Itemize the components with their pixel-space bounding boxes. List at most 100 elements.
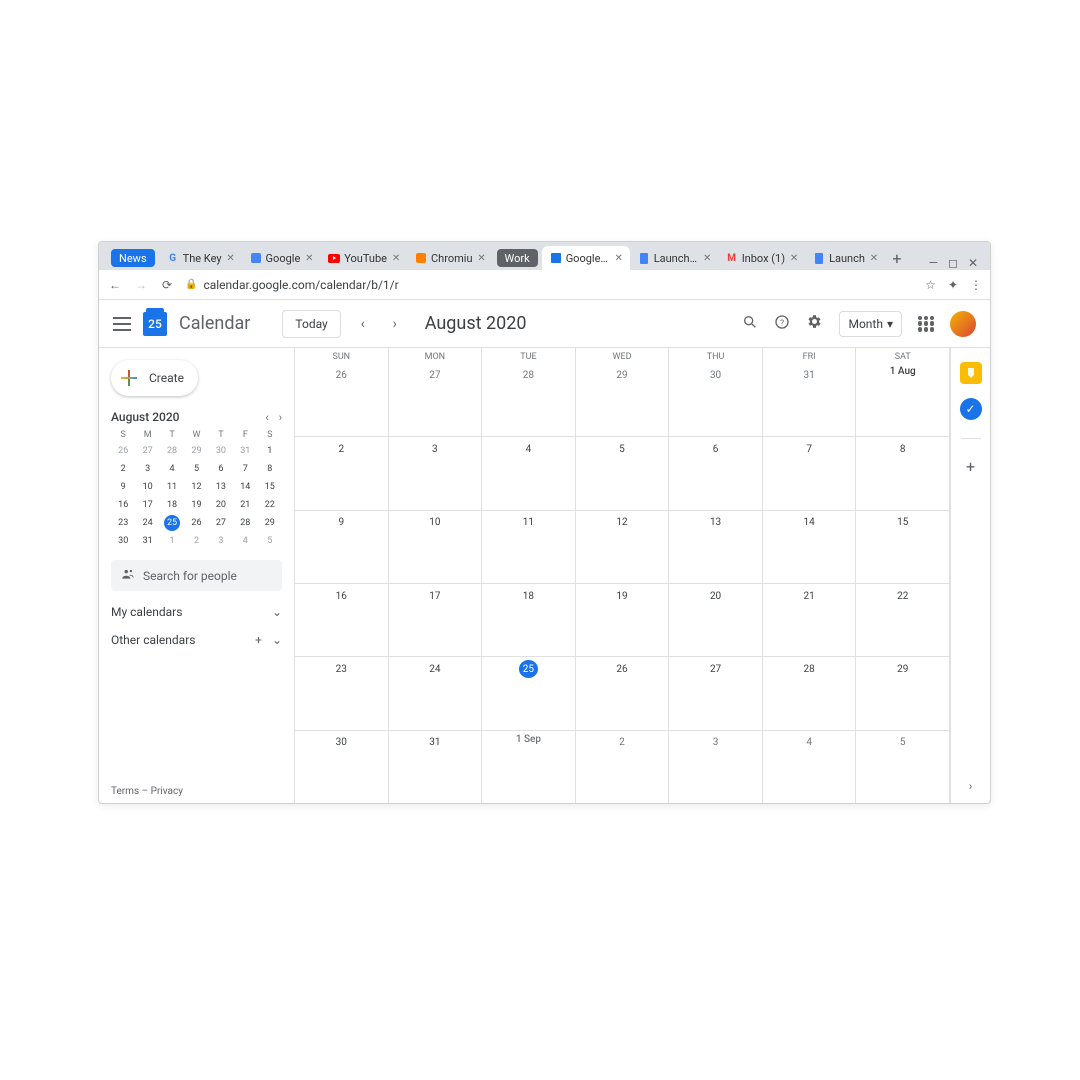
day-cell[interactable]: 16 xyxy=(295,584,389,656)
mini-day-cell[interactable]: 20 xyxy=(209,496,233,514)
tab-group-work[interactable]: Work xyxy=(497,249,538,267)
day-cell[interactable]: 6 xyxy=(669,437,763,509)
mini-day-cell[interactable]: 30 xyxy=(209,442,233,460)
create-button[interactable]: Create xyxy=(111,360,198,396)
day-cell[interactable]: 31 xyxy=(763,363,857,436)
mini-day-cell[interactable]: 1 xyxy=(258,442,282,460)
mini-day-cell[interactable]: 2 xyxy=(111,460,135,478)
keep-icon[interactable] xyxy=(960,362,982,384)
mini-day-cell[interactable]: 5 xyxy=(258,532,282,550)
mini-day-cell[interactable]: 9 xyxy=(111,478,135,496)
privacy-link[interactable]: Privacy xyxy=(151,786,183,797)
minimize-button[interactable]: — xyxy=(929,256,938,270)
day-cell[interactable]: 7 xyxy=(763,437,857,509)
url-box[interactable]: 🔒 calendar.google.com/calendar/b/1/r xyxy=(185,278,915,292)
add-calendar-icon[interactable]: + xyxy=(255,633,262,647)
day-cell[interactable]: 28 xyxy=(482,363,576,436)
mini-day-cell[interactable]: 13 xyxy=(209,478,233,496)
bookmark-icon[interactable]: ☆ xyxy=(925,278,936,292)
mini-day-cell[interactable]: 16 xyxy=(111,496,135,514)
back-button[interactable]: ← xyxy=(107,278,123,292)
day-cell[interactable]: 24 xyxy=(389,657,483,729)
next-month-button[interactable]: › xyxy=(385,316,405,332)
mini-day-cell[interactable]: 18 xyxy=(160,496,184,514)
day-cell[interactable]: 27 xyxy=(389,363,483,436)
browser-menu-icon[interactable]: ⋮ xyxy=(970,278,982,292)
settings-gear-icon[interactable] xyxy=(806,313,823,334)
day-cell[interactable]: 8 xyxy=(856,437,950,509)
collapse-panel-icon[interactable]: › xyxy=(969,779,973,793)
day-cell[interactable]: 2 xyxy=(295,437,389,509)
day-cell[interactable]: 9 xyxy=(295,511,389,583)
browser-tab[interactable]: Google C✕ xyxy=(542,246,630,270)
mini-day-cell[interactable]: 14 xyxy=(233,478,257,496)
mini-day-cell[interactable]: 12 xyxy=(184,478,208,496)
mini-day-cell[interactable]: 27 xyxy=(209,514,233,532)
day-cell[interactable]: 18 xyxy=(482,584,576,656)
day-cell[interactable]: 21 xyxy=(763,584,857,656)
mini-day-cell[interactable]: 3 xyxy=(135,460,159,478)
mini-day-cell[interactable]: 11 xyxy=(160,478,184,496)
add-addon-icon[interactable]: + xyxy=(966,457,975,476)
new-tab-button[interactable]: + xyxy=(885,246,909,270)
today-button[interactable]: Today xyxy=(282,310,340,338)
mini-day-cell[interactable]: 29 xyxy=(184,442,208,460)
forward-button[interactable]: → xyxy=(133,278,149,292)
day-cell[interactable]: 4 xyxy=(763,731,857,803)
close-tab-icon[interactable]: ✕ xyxy=(789,253,799,263)
terms-link[interactable]: Terms xyxy=(111,786,139,797)
extensions-icon[interactable]: ✦ xyxy=(948,278,958,292)
day-cell[interactable]: 3 xyxy=(669,731,763,803)
day-cell[interactable]: 4 xyxy=(482,437,576,509)
browser-tab[interactable]: GThe Key✕ xyxy=(159,246,242,270)
day-cell[interactable]: 15 xyxy=(856,511,950,583)
mini-day-cell[interactable]: 21 xyxy=(233,496,257,514)
mini-prev-button[interactable]: ‹ xyxy=(265,411,268,424)
browser-tab[interactable]: YouTube✕ xyxy=(320,246,407,270)
mini-day-cell[interactable]: 25 xyxy=(160,514,184,532)
view-dropdown[interactable]: Month▾ xyxy=(839,311,902,337)
mini-day-cell[interactable]: 23 xyxy=(111,514,135,532)
day-cell[interactable]: 27 xyxy=(669,657,763,729)
day-cell[interactable]: 22 xyxy=(856,584,950,656)
mini-day-cell[interactable]: 6 xyxy=(209,460,233,478)
mini-day-cell[interactable]: 26 xyxy=(184,514,208,532)
close-window-button[interactable]: ✕ xyxy=(968,256,978,270)
mini-day-cell[interactable]: 28 xyxy=(233,514,257,532)
search-icon[interactable] xyxy=(742,314,758,334)
browser-tab[interactable]: MInbox (1)✕ xyxy=(718,246,805,270)
close-tab-icon[interactable]: ✕ xyxy=(391,253,401,263)
close-tab-icon[interactable]: ✕ xyxy=(477,253,487,263)
close-tab-icon[interactable]: ✕ xyxy=(869,253,879,263)
mini-day-cell[interactable]: 24 xyxy=(135,514,159,532)
help-icon[interactable]: ? xyxy=(774,314,790,334)
day-cell[interactable]: 29 xyxy=(856,657,950,729)
mini-day-cell[interactable]: 7 xyxy=(233,460,257,478)
mini-day-cell[interactable]: 3 xyxy=(209,532,233,550)
browser-tab[interactable]: Chromiu✕ xyxy=(407,246,493,270)
main-menu-button[interactable] xyxy=(113,317,131,331)
day-cell[interactable]: 14 xyxy=(763,511,857,583)
mini-day-cell[interactable]: 31 xyxy=(233,442,257,460)
mini-day-cell[interactable]: 31 xyxy=(135,532,159,550)
mini-day-cell[interactable]: 17 xyxy=(135,496,159,514)
day-cell[interactable]: 5 xyxy=(856,731,950,803)
mini-next-button[interactable]: › xyxy=(279,411,282,424)
browser-tab[interactable]: Launch Pr✕ xyxy=(630,246,718,270)
close-tab-icon[interactable]: ✕ xyxy=(703,253,712,263)
tab-group-news[interactable]: News xyxy=(111,249,155,267)
day-cell[interactable]: 13 xyxy=(669,511,763,583)
search-people-input[interactable]: Search for people xyxy=(111,560,282,591)
mini-day-cell[interactable]: 29 xyxy=(258,514,282,532)
mini-day-cell[interactable]: 1 xyxy=(160,532,184,550)
day-cell[interactable]: 1 Sep xyxy=(482,731,576,803)
mini-day-cell[interactable]: 30 xyxy=(111,532,135,550)
day-cell[interactable]: 11 xyxy=(482,511,576,583)
my-calendars-toggle[interactable]: My calendars ⌄ xyxy=(111,605,282,619)
day-cell[interactable]: 30 xyxy=(669,363,763,436)
day-cell[interactable]: 2 xyxy=(576,731,670,803)
close-tab-icon[interactable]: ✕ xyxy=(614,253,624,263)
maximize-button[interactable]: ◻ xyxy=(948,256,958,270)
mini-day-cell[interactable]: 27 xyxy=(135,442,159,460)
mini-day-cell[interactable]: 2 xyxy=(184,532,208,550)
